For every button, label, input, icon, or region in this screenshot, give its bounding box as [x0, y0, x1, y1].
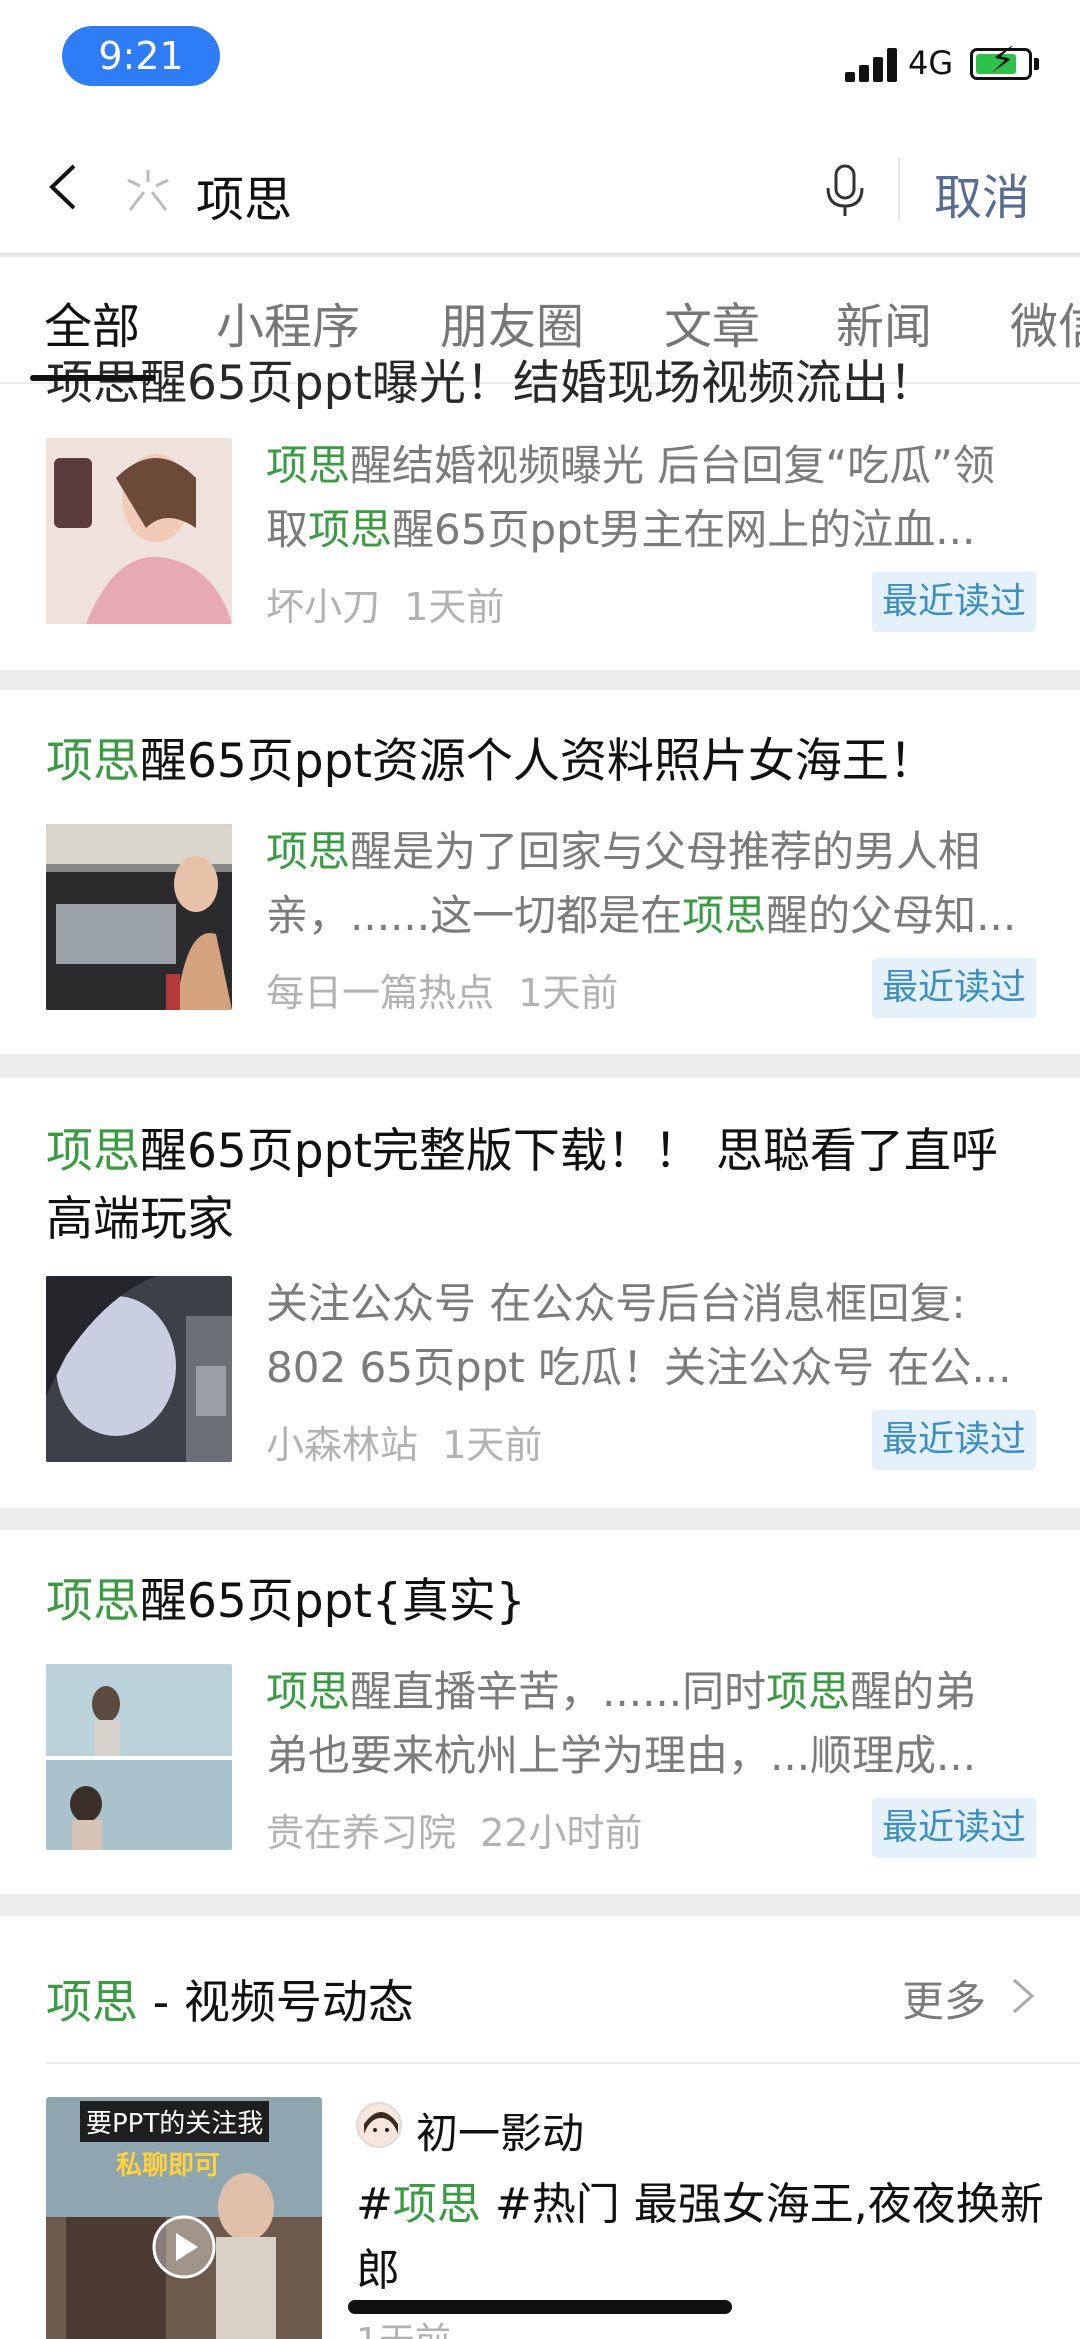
video-time: 1天前 [356, 2312, 451, 2339]
thumb-caption: 私聊即可 [116, 2151, 221, 2181]
result-snippet: 项思醒直播辛苦，......同时项思醒的弟 弟也要来杭州上学为理由，...顺理成… [266, 1667, 977, 1780]
video-channel-section: 项思 - 视频号动态 更多 要PPT的关注我 私聊即可 初一影动 #项思 #热门… [0, 1916, 1080, 2339]
thumb-caption: 要PPT的关注我 [80, 2101, 270, 2142]
result-card[interactable]: 项思醒65页ppt曝光！结婚现场视频流出！ 项思醒结婚视频曝光 后台回复“吃瓜”… [0, 356, 1080, 670]
recently-read-badge: 最近读过 [872, 1798, 1036, 1858]
tab-news[interactable]: 新闻 [836, 287, 932, 357]
result-title: 项思醒65页ppt资源个人资料照片女海王！ [46, 734, 936, 789]
result-thumbnail [46, 824, 232, 1010]
recently-read-badge: 最近读过 [872, 958, 1036, 1018]
result-thumbnail [46, 1276, 232, 1462]
battery-cap [1034, 58, 1039, 70]
result-thumbnail [46, 438, 232, 624]
result-snippet: 项思醒结婚视频曝光 后台回复“吃瓜”领 取项思醒65页ppt男主在网上的泣血..… [266, 441, 995, 554]
recently-read-badge: 最近读过 [872, 1410, 1036, 1470]
result-card[interactable]: 项思醒65页ppt资源个人资料照片女海王！ 项思醒是为了回家与父母推荐的男人相 … [0, 690, 1080, 1054]
status-bar: 9:21 4G ⚡ [0, 0, 1080, 120]
tab-mini-programs[interactable]: 小程序 [216, 287, 360, 357]
result-meta: 小森林站 1天前 [266, 1423, 543, 1467]
microphone-icon[interactable] [822, 162, 868, 218]
result-card[interactable]: 项思醒65页ppt完整版下载！！ 思聪看了直呼高端玩家 关注公众号 在公众号后台… [0, 1078, 1080, 1508]
result-snippet: 项思醒是为了回家与父母推荐的男人相 亲，......这一切都是在项思醒的父母知.… [266, 827, 1017, 940]
result-meta: 坏小刀 1天前 [266, 585, 505, 629]
result-snippet: 关注公众号 在公众号后台消息框回复: 802 65页ppt 吃瓜！关注公众号 在… [266, 1279, 1012, 1392]
result-card[interactable]: 项思醒65页ppt{真实} 项思醒直播辛苦，......同时项思醒的弟 弟也要来… [0, 1530, 1080, 1894]
result-thumbnail [46, 1664, 232, 1850]
signal-icon [845, 48, 901, 82]
chevron-right-icon[interactable] [1010, 1976, 1036, 2016]
tab-wechat[interactable]: 微信 [1010, 287, 1080, 357]
home-indicator [348, 2300, 732, 2314]
search-logo-icon [127, 170, 169, 211]
tab-articles[interactable]: 文章 [664, 287, 760, 357]
avatar[interactable] [356, 2102, 402, 2148]
video-thumbnail[interactable]: 要PPT的关注我 私聊即可 [46, 2097, 322, 2339]
result-meta: 贵在养习院 22小时前 [266, 1811, 643, 1855]
video-title[interactable]: #项思 #热门 最强女海王,夜夜换新郎 [356, 2172, 1056, 2304]
result-title: 项思醒65页ppt完整版下载！！ 思聪看了直呼高端玩家 [46, 1124, 998, 1247]
network-label: 4G [908, 44, 954, 82]
cancel-button[interactable]: 取消 [934, 158, 1030, 228]
video-section-heading: 项思 - 视频号动态 [46, 1975, 414, 2029]
recently-read-badge: 最近读过 [872, 572, 1036, 632]
result-meta: 每日一篇热点 1天前 [266, 971, 619, 1015]
result-title: 项思醒65页ppt{真实} [46, 1574, 526, 1629]
status-time: 9:21 [62, 26, 220, 86]
back-icon[interactable] [44, 162, 84, 212]
search-bar: 项思 取消 [0, 120, 1080, 255]
search-divider [898, 158, 900, 220]
charging-icon: ⚡ [990, 40, 1016, 81]
section-divider [46, 2062, 1080, 2064]
tab-moments[interactable]: 朋友圈 [440, 287, 584, 357]
more-link[interactable]: 更多 [902, 1968, 986, 2029]
search-input[interactable]: 项思 [196, 160, 292, 230]
result-title: 项思醒65页ppt曝光！结婚现场视频流出！ [46, 356, 936, 411]
video-author[interactable]: 初一影动 [416, 2100, 584, 2161]
tab-all[interactable]: 全部 [44, 287, 140, 357]
